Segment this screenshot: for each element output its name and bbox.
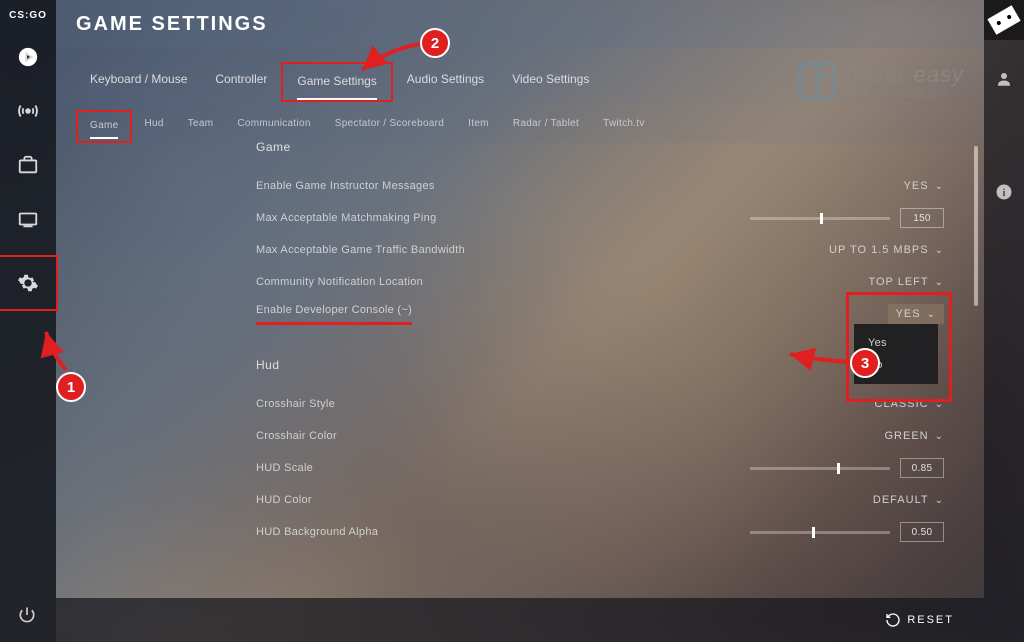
chevron-down-icon: ⌄: [935, 431, 944, 442]
chevron-down-icon: ⌄: [927, 309, 936, 320]
broadcast-icon[interactable]: [10, 93, 46, 129]
slider-hud-bg-alpha[interactable]: [750, 531, 890, 534]
row-bandwidth: Max Acceptable Game Traffic Bandwidth UP…: [256, 234, 944, 266]
subtab-twitch[interactable]: Twitch.tv: [591, 110, 657, 143]
subtab-item[interactable]: Item: [456, 110, 501, 143]
logo: CS:GO: [9, 10, 47, 21]
watch-icon[interactable]: [10, 201, 46, 237]
profile-icon[interactable]: [995, 70, 1013, 93]
power-icon[interactable]: [17, 605, 37, 630]
label-ping: Max Acceptable Matchmaking Ping: [256, 212, 437, 224]
value-community[interactable]: TOP LEFT⌄: [824, 276, 944, 288]
watermark: driver easy www.DriverEasy.com: [799, 62, 964, 100]
subtab-spectator[interactable]: Spectator / Scoreboard: [323, 110, 456, 143]
row-hud-scale: HUD Scale 0.85: [256, 452, 944, 484]
tab-keyboard-mouse[interactable]: Keyboard / Mouse: [76, 62, 201, 102]
row-crosshair-style: Crosshair Style CLASSIC⌄: [256, 388, 944, 420]
label-community: Community Notification Location: [256, 276, 423, 288]
info-icon[interactable]: i: [995, 183, 1013, 206]
chevron-down-icon: ⌄: [935, 245, 944, 256]
scrollbar[interactable]: [974, 146, 978, 306]
row-crosshair-color: Crosshair Color GREEN⌄: [256, 420, 944, 452]
watermark-logo-icon: [799, 63, 835, 99]
annotation-callout-2: 2: [420, 28, 450, 58]
sidebar-left: CS:GO: [0, 0, 56, 642]
value-hud-bg-alpha[interactable]: 0.50: [900, 522, 944, 542]
settings-gear-icon[interactable]: [10, 265, 46, 301]
annotation-callout-3: 3: [850, 348, 880, 378]
rail-right: i: [984, 0, 1024, 642]
settings-highlight-box: [0, 255, 58, 311]
row-community: Community Notification Location TOP LEFT…: [256, 266, 944, 298]
label-bandwidth: Max Acceptable Game Traffic Bandwidth: [256, 244, 465, 256]
annotation-callout-1: 1: [56, 372, 86, 402]
label-crosshair-style: Crosshair Style: [256, 398, 335, 410]
subtab-radar[interactable]: Radar / Tablet: [501, 110, 591, 143]
tab-controller[interactable]: Controller: [201, 62, 281, 102]
chevron-down-icon: ⌄: [935, 495, 944, 506]
row-hud-color: HUD Color DEFAULT⌄: [256, 484, 944, 516]
section-title-game: Game: [256, 140, 944, 154]
subtab-game[interactable]: Game: [76, 110, 132, 143]
header-bar: GAME SETTINGS: [56, 0, 984, 48]
tab-game-settings[interactable]: Game Settings: [281, 62, 392, 102]
tab-audio-settings[interactable]: Audio Settings: [393, 62, 498, 102]
value-crosshair-color[interactable]: GREEN⌄: [824, 430, 944, 442]
row-ping: Max Acceptable Matchmaking Ping 150: [256, 202, 944, 234]
slider-hud-scale[interactable]: [750, 467, 890, 470]
subtab-team[interactable]: Team: [176, 110, 226, 143]
row-hud-bg-alpha: HUD Background Alpha 0.50: [256, 516, 944, 548]
label-instructor: Enable Game Instructor Messages: [256, 180, 435, 192]
row-devconsole: Enable Developer Console (~) YES⌄ Yes No: [256, 298, 944, 330]
subtab-communication[interactable]: Communication: [225, 110, 322, 143]
value-hud-scale[interactable]: 0.85: [900, 458, 944, 478]
chevron-down-icon: ⌄: [935, 277, 944, 288]
avatar[interactable]: [984, 0, 1024, 40]
tabs-secondary: Game Hud Team Communication Spectator / …: [56, 102, 984, 143]
label-crosshair-color: Crosshair Color: [256, 430, 337, 442]
svg-text:i: i: [1003, 188, 1006, 199]
value-bandwidth[interactable]: UP TO 1.5 MBPS⌄: [824, 244, 944, 256]
value-devconsole[interactable]: YES⌄: [824, 304, 944, 324]
value-ping[interactable]: 150: [900, 208, 944, 228]
play-icon[interactable]: [10, 39, 46, 75]
label-hud-color: HUD Color: [256, 494, 312, 506]
label-hud-scale: HUD Scale: [256, 462, 313, 474]
label-hud-bg-alpha: HUD Background Alpha: [256, 526, 378, 538]
tab-video-settings[interactable]: Video Settings: [498, 62, 603, 102]
label-devconsole: Enable Developer Console (~): [256, 304, 412, 325]
chevron-down-icon: ⌄: [935, 181, 944, 192]
settings-panel: Game Enable Game Instructor Messages YES…: [256, 140, 944, 590]
inventory-icon[interactable]: [10, 147, 46, 183]
slider-ping[interactable]: [750, 217, 890, 220]
section-title-hud: Hud: [256, 358, 944, 372]
value-instructor[interactable]: YES⌄: [824, 180, 944, 192]
subtab-hud[interactable]: Hud: [132, 110, 175, 143]
value-hud-color[interactable]: DEFAULT⌄: [824, 494, 944, 506]
row-instructor: Enable Game Instructor Messages YES⌄: [256, 170, 944, 202]
value-crosshair-style[interactable]: CLASSIC⌄: [824, 398, 944, 410]
chevron-down-icon: ⌄: [935, 399, 944, 410]
page-title: GAME SETTINGS: [76, 13, 268, 36]
